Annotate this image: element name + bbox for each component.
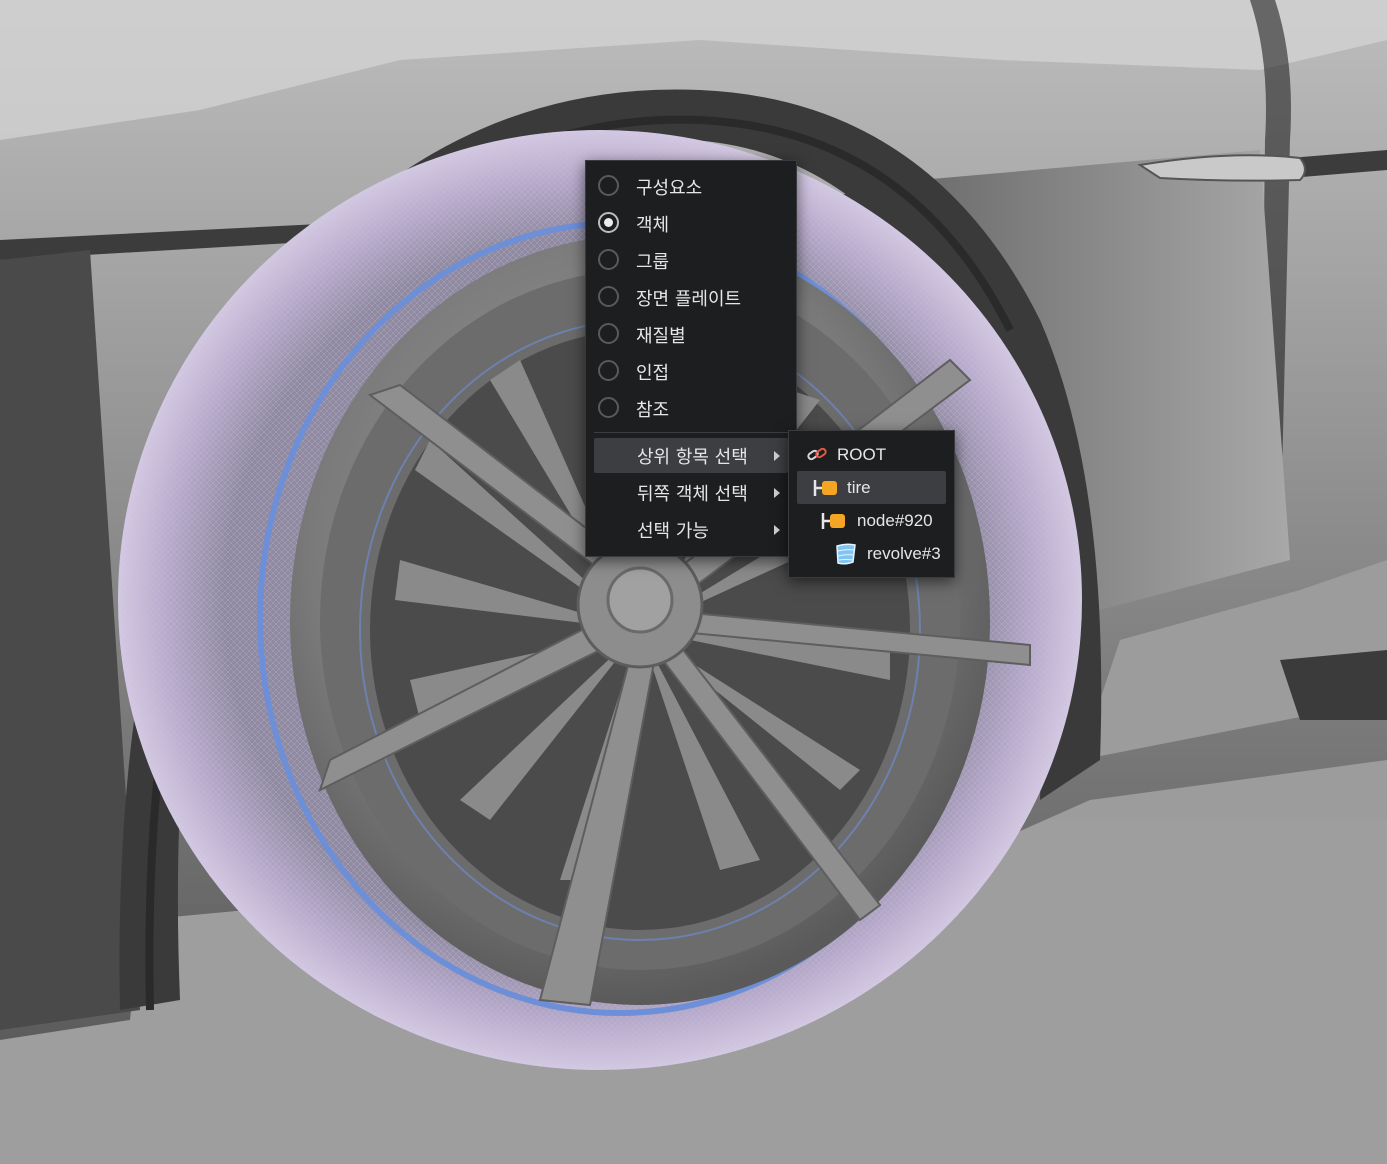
mode-group[interactable]: 그룹 xyxy=(586,242,796,279)
selection-context-menu: 구성요소 객체 그룹 장면 플레이트 재질별 인접 참조 상위 항목 선택 뒤쪽… xyxy=(585,160,797,557)
tree-item-label: tire xyxy=(847,477,871,497)
submenu-label: 상위 항목 선택 xyxy=(637,446,748,468)
tree-item-revolve-3[interactable]: revolve#3 xyxy=(797,537,946,570)
mode-object[interactable]: 객체 xyxy=(586,205,796,242)
radio-icon xyxy=(598,285,619,307)
radio-icon xyxy=(598,248,619,270)
radio-icon xyxy=(598,174,619,196)
select-parent-item[interactable]: 상위 항목 선택 xyxy=(594,438,788,473)
tree-item-label: ROOT xyxy=(837,444,887,464)
parent-hierarchy-submenu: ROOT tire node#920 revolve#3 xyxy=(788,430,955,578)
center-lock-nut xyxy=(606,566,674,634)
link-icon xyxy=(807,447,827,461)
tree-item-root[interactable]: ROOT xyxy=(797,438,946,471)
mode-label: 구성요소 xyxy=(636,177,703,199)
radio-icon xyxy=(598,322,619,344)
mode-label: 장면 플레이트 xyxy=(636,288,742,310)
radio-icon xyxy=(598,396,619,418)
side-skirt xyxy=(1280,650,1387,720)
tree-item-node-920[interactable]: node#920 xyxy=(797,504,946,537)
menu-divider xyxy=(594,432,788,433)
mode-adjacent[interactable]: 인접 xyxy=(586,353,796,390)
3d-viewport[interactable]: 구성요소 객체 그룹 장면 플레이트 재질별 인접 참조 상위 항목 선택 뒤쪽… xyxy=(0,0,1387,1164)
chevron-right-icon xyxy=(774,524,780,535)
mesh-surface-icon xyxy=(836,543,856,565)
group-node-icon xyxy=(821,513,845,529)
mode-label: 객체 xyxy=(636,214,670,236)
mode-component[interactable]: 구성요소 xyxy=(586,168,796,205)
radio-checked-icon xyxy=(598,211,619,233)
tree-item-tire[interactable]: tire xyxy=(797,471,946,504)
mode-label: 재질별 xyxy=(636,325,686,347)
tree-item-label: revolve#3 xyxy=(867,543,941,563)
mode-label: 그룹 xyxy=(636,251,670,273)
mode-scene-plate[interactable]: 장면 플레이트 xyxy=(586,279,796,316)
mode-reference[interactable]: 참조 xyxy=(586,390,796,427)
selectable-item[interactable]: 선택 가능 xyxy=(594,512,788,547)
select-behind-object-item[interactable]: 뒤쪽 객체 선택 xyxy=(594,475,788,510)
mode-label: 참조 xyxy=(636,399,670,421)
submenu-label: 뒤쪽 객체 선택 xyxy=(637,483,748,505)
submenu-label: 선택 가능 xyxy=(637,520,709,542)
mode-by-material[interactable]: 재질별 xyxy=(586,316,796,353)
tree-item-label: node#920 xyxy=(857,510,933,530)
group-node-icon xyxy=(813,480,837,496)
chevron-right-icon xyxy=(774,487,780,498)
radio-icon xyxy=(598,359,619,381)
mode-label: 인접 xyxy=(636,362,670,384)
chevron-right-icon xyxy=(774,450,780,461)
